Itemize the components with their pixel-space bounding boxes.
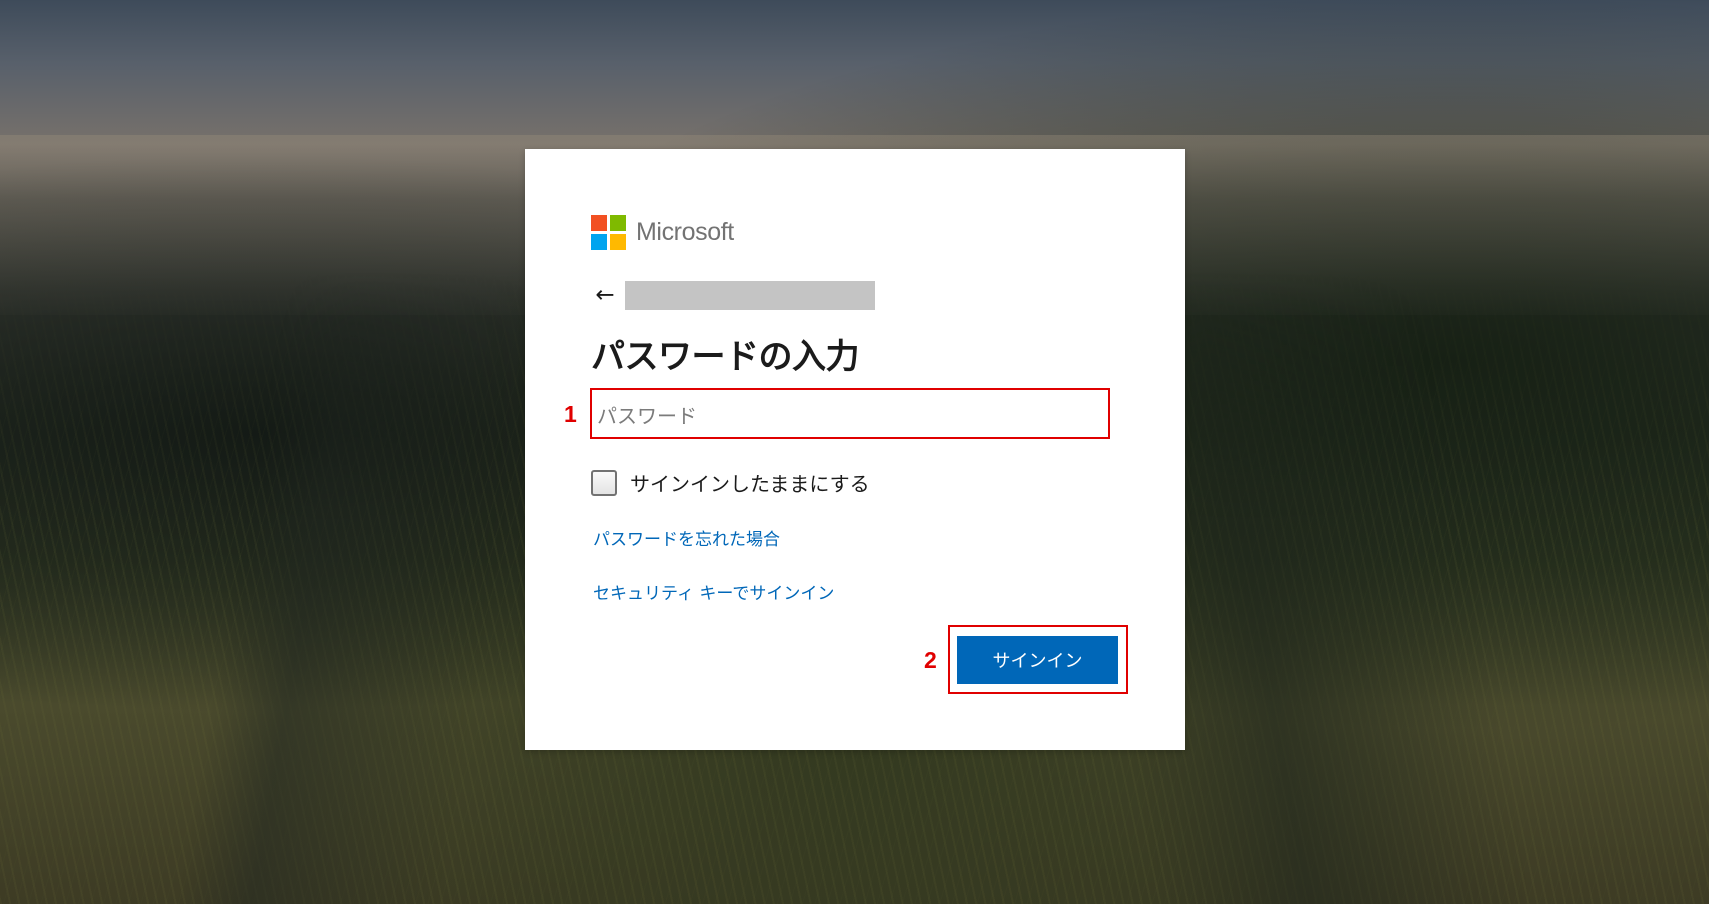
forgot-password-link[interactable]: パスワードを忘れた場合 bbox=[593, 525, 780, 550]
sign-in-card: Microsoft ← パスワードの入力 1 サインインしたままにする パスワー… bbox=[525, 149, 1185, 750]
step-marker-two: 2 bbox=[924, 647, 937, 673]
microsoft-logo-icon bbox=[591, 215, 626, 250]
logo-green-square bbox=[610, 215, 626, 231]
microsoft-brand: Microsoft bbox=[591, 215, 734, 250]
account-identity-row: ← bbox=[593, 281, 875, 310]
remember-signin-label[interactable]: サインインしたままにする bbox=[630, 468, 870, 497]
signin-button[interactable]: サインイン bbox=[957, 636, 1118, 684]
security-key-signin-link[interactable]: セキュリティ キーでサインイン bbox=[593, 579, 834, 604]
logo-red-square bbox=[591, 215, 607, 231]
signin-button-highlight: 2 サインイン bbox=[924, 625, 1128, 694]
remember-signin-row[interactable]: サインインしたままにする bbox=[591, 468, 870, 497]
logo-blue-square bbox=[591, 234, 607, 250]
password-input[interactable] bbox=[590, 388, 1110, 439]
back-arrow-icon[interactable]: ← bbox=[593, 284, 617, 308]
password-field-container: 1 bbox=[564, 388, 1114, 439]
brand-name: Microsoft bbox=[636, 218, 734, 246]
step-marker-one: 1 bbox=[564, 401, 577, 427]
logo-yellow-square bbox=[610, 234, 626, 250]
page-title: パスワードの入力 bbox=[591, 337, 860, 377]
redacted-account-name bbox=[625, 281, 875, 310]
remember-checkbox[interactable] bbox=[591, 469, 617, 496]
